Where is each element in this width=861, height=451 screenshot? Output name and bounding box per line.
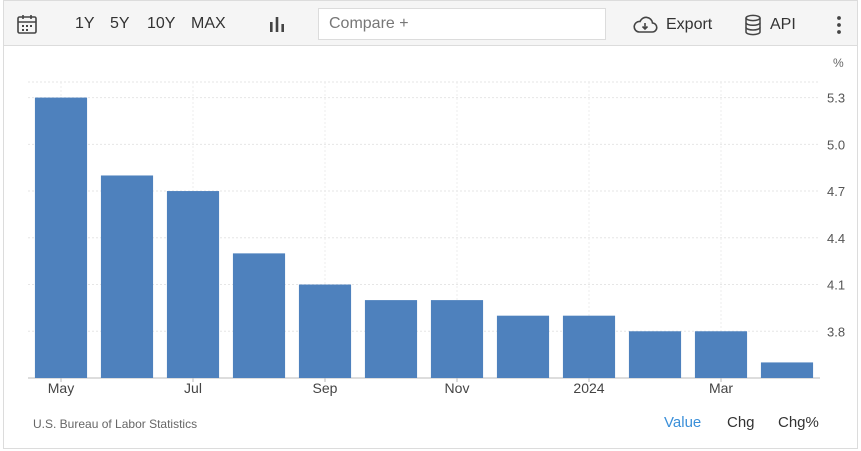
- bar[interactable]: [430, 300, 484, 378]
- bar[interactable]: [166, 191, 220, 378]
- bar[interactable]: [760, 362, 814, 378]
- bar[interactable]: [364, 300, 418, 378]
- bar[interactable]: [562, 315, 616, 378]
- bar[interactable]: [298, 284, 352, 378]
- y-tick-label: 4.1: [827, 278, 845, 293]
- y-tick-label: 5.0: [827, 137, 845, 152]
- y-tick-label: 4.7: [827, 184, 845, 199]
- x-tick-label: Mar: [709, 380, 733, 396]
- x-tick-label: 2024: [573, 380, 604, 396]
- y-tick-label: 5.3: [827, 91, 845, 106]
- bar[interactable]: [34, 97, 88, 378]
- x-tick-label: Sep: [313, 380, 338, 396]
- bar[interactable]: [232, 253, 286, 378]
- bar[interactable]: [100, 175, 154, 378]
- x-tick-label: May: [48, 380, 74, 396]
- bar[interactable]: [628, 331, 682, 378]
- source-label: U.S. Bureau of Labor Statistics: [33, 417, 198, 431]
- bar-chart: 3.8 4.1 4.4 4.7 5.0 5.3% May Jul Sep Nov 2024 Mar: [28, 56, 845, 396]
- bar[interactable]: [694, 331, 748, 378]
- y-tick-label: 4.4: [827, 231, 845, 246]
- bar[interactable]: [496, 315, 550, 378]
- unit-label: %: [833, 56, 844, 70]
- y-tick-label: 3.8: [827, 324, 845, 339]
- chg-mode-button[interactable]: Chg: [727, 414, 755, 431]
- x-tick-label: Nov: [445, 380, 470, 396]
- x-tick-label: Jul: [184, 380, 202, 396]
- chg-pct-mode-button[interactable]: Chg%: [778, 414, 819, 431]
- value-mode-button[interactable]: Value: [664, 414, 701, 431]
